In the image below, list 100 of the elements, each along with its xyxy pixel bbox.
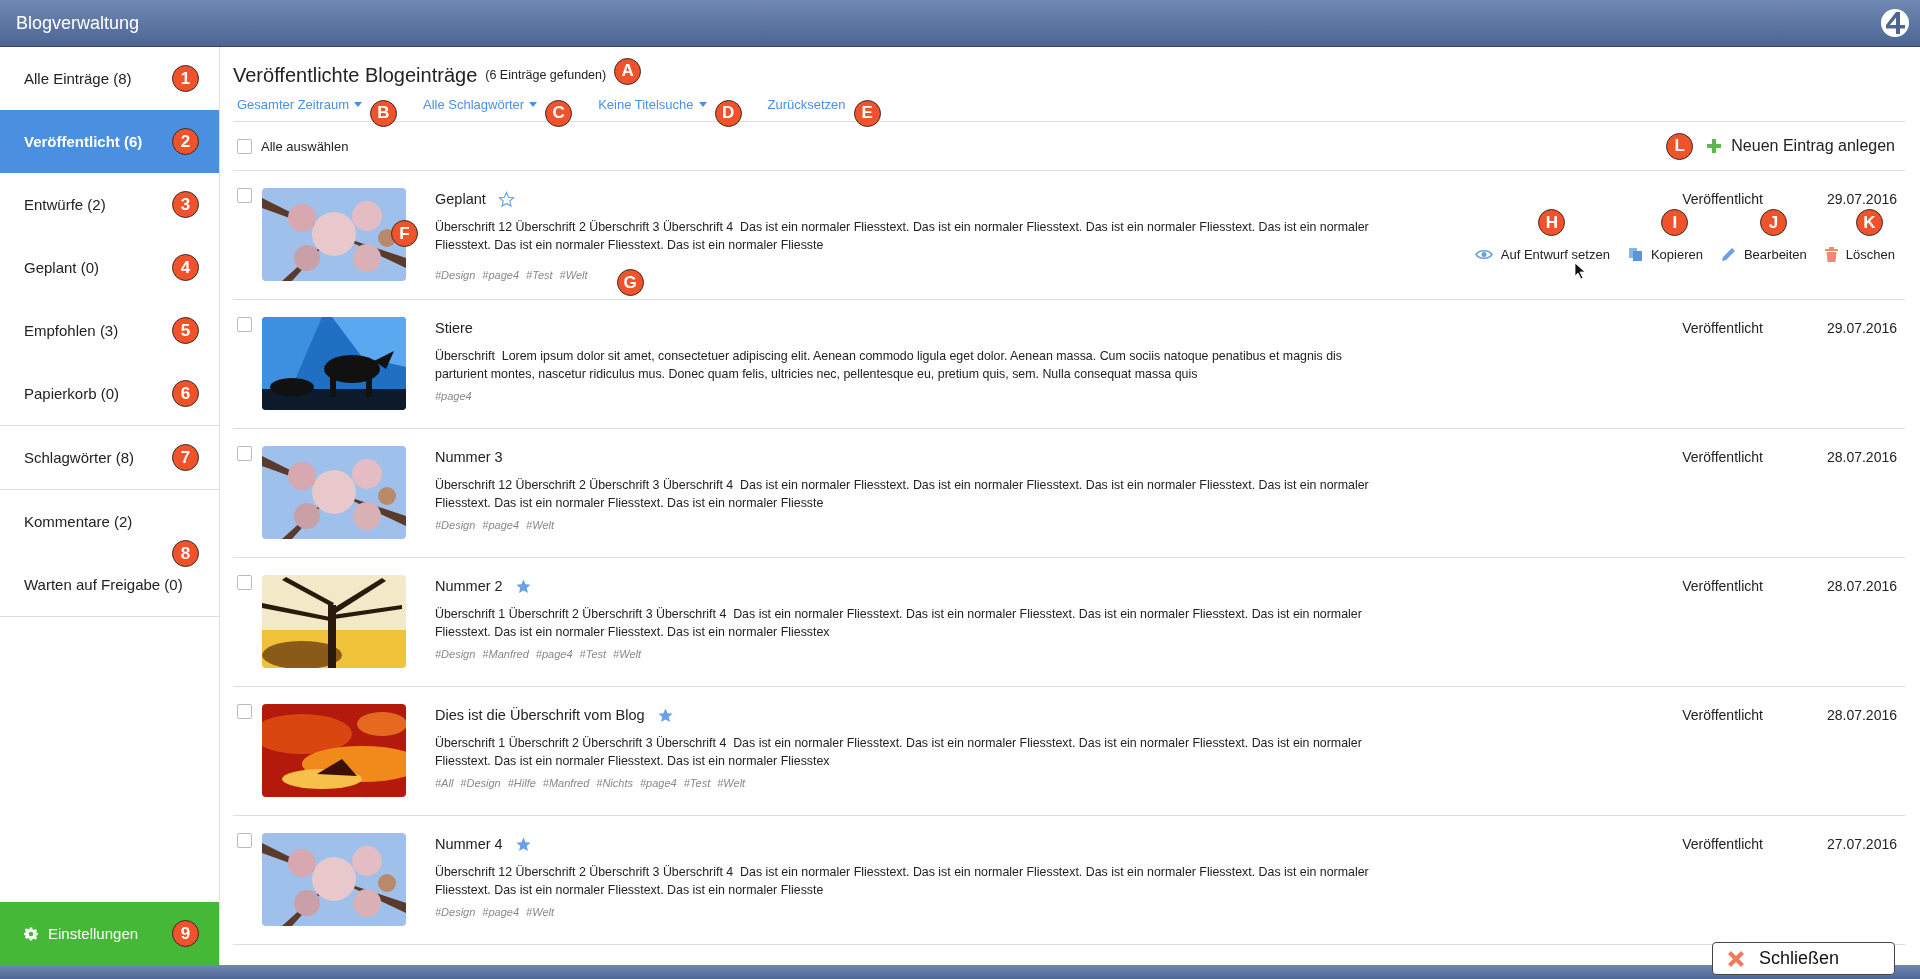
filter-dropdown[interactable]: Alle Schlagwörter: [419, 96, 538, 112]
callout-marker: K: [1855, 209, 1883, 236]
select-all-label: Alle auswählen: [261, 138, 349, 154]
tag-label[interactable]: #Welt: [559, 268, 588, 281]
callout-marker: 9: [172, 920, 199, 947]
entry-status: Veröffentlicht: [1682, 191, 1763, 207]
star-outline-icon[interactable]: [497, 190, 515, 208]
filter-dropdown[interactable]: Gesamter Zeitraum: [233, 96, 362, 112]
action-button[interactable]: Auf Entwurf setzen: [1474, 247, 1610, 262]
callout-marker: 6: [172, 380, 199, 407]
callout-marker: H: [1538, 209, 1566, 236]
entry-status: Veröffentlicht: [1682, 836, 1763, 852]
callout-marker: 4: [172, 254, 199, 281]
eye-icon: [1474, 249, 1493, 260]
callout-marker: 3: [172, 191, 199, 218]
reset-link[interactable]: Zurücksetzen: [763, 96, 846, 112]
checkbox[interactable]: [237, 188, 252, 203]
sidebar-item[interactable]: Geplant (0) 4: [0, 236, 219, 299]
tag-label[interactable]: #page4: [535, 648, 573, 660]
caret-icon: [354, 101, 362, 107]
tag-label[interactable]: #Welt: [717, 777, 746, 789]
caret-icon: [698, 101, 707, 107]
entry-status: Veröffentlicht: [1682, 578, 1763, 594]
callout-marker: 8: [172, 540, 199, 567]
tag-label[interactable]: #Manfred: [542, 777, 590, 789]
tag-label[interactable]: #page4: [482, 268, 520, 281]
sidebar-item[interactable]: Empfohlen (3) 5: [0, 299, 219, 362]
star-icon[interactable]: [656, 706, 674, 724]
callout-marker: 1: [172, 65, 199, 92]
sidebar-item[interactable]: Papierkorb (0) 6: [0, 362, 219, 425]
checkbox[interactable]: [237, 317, 252, 332]
callout-marker: D: [714, 99, 742, 127]
settings-button[interactable]: Einstellungen 9: [0, 902, 219, 965]
entry-title[interactable]: Geplant: [435, 191, 486, 207]
entry-excerpt: Überschrift 12 Überschrift 2 Überschrift 3 Überschrift 4 Das ist ein normaler Fliesstext. Das ist ein normaler Fliesstext. Das ist ein normaler Fliesstext. Das ist ein normaler Fliesstext. Das ist ein normaler Fliesstext. Das ist ein normaler Fliesste: [435, 477, 1370, 512]
sidebar-item[interactable]: Entwürfe (2) 3: [0, 173, 219, 236]
star-icon[interactable]: [514, 835, 532, 853]
tag-label[interactable]: #All: [435, 777, 454, 789]
tag-label[interactable]: #Nichts: [596, 777, 633, 789]
entry-excerpt: Überschrift 12 Überschrift 2 Überschrift 3 Überschrift 4 Das ist ein normaler Fliesstext. Das ist ein normaler Fliesstext. Das ist ein normaler Fliesstext. Das ist ein normaler Fliesstext. Das ist ein normaler Fliesstext. Das ist ein normaler Fliesste: [435, 864, 1370, 899]
checkbox[interactable]: [237, 446, 252, 461]
tag-label[interactable]: #page4: [482, 906, 520, 918]
result-count: (6 Einträge gefunden): [485, 68, 607, 82]
checkbox[interactable]: [237, 575, 252, 590]
tag-label[interactable]: #Design: [435, 648, 476, 660]
callout-marker: G: [616, 269, 644, 296]
entry-date: 28.07.2016: [1826, 707, 1897, 723]
filter-dropdown[interactable]: Keine Titelsuche: [594, 96, 707, 112]
checkbox[interactable]: [237, 138, 252, 154]
sidebar-item[interactable]: Alle Einträge (8) 1: [0, 47, 219, 110]
callout-marker: I: [1661, 209, 1689, 236]
callout-marker: 5: [172, 317, 199, 344]
action-button[interactable]: Kopieren: [1627, 247, 1703, 262]
gear-icon: [24, 926, 38, 941]
sidebar-item[interactable]: Veröffentlicht (6) 2: [0, 110, 219, 173]
checkbox[interactable]: [237, 833, 252, 848]
entry-status: Veröffentlicht: [1682, 320, 1763, 336]
tag-label[interactable]: #Welt: [613, 648, 641, 660]
tag-label[interactable]: #Design: [435, 906, 476, 918]
action-button[interactable]: Bearbeiten: [1720, 247, 1807, 262]
entry-date: 27.07.2016: [1826, 836, 1897, 852]
entry-title[interactable]: Stiere: [435, 320, 473, 336]
tag-label[interactable]: #page4: [482, 519, 520, 531]
logo-icon: [1880, 8, 1910, 38]
app-title: Blogverwaltung: [16, 12, 140, 34]
callout-marker: E: [853, 99, 881, 127]
tag-label[interactable]: #Hilfe: [507, 777, 536, 789]
entry-date: 28.07.2016: [1826, 578, 1897, 594]
action-button[interactable]: Löschen: [1824, 247, 1895, 262]
tag-label[interactable]: #page4: [640, 777, 677, 789]
new-entry-button[interactable]: Neuen Eintrag anlegen: [1707, 137, 1895, 155]
callout-marker: 2: [172, 128, 199, 155]
checkbox[interactable]: [237, 704, 252, 719]
copy-icon: [1627, 247, 1643, 262]
page-title: Veröffentlichte Blogeinträge: [233, 63, 478, 87]
tag-label[interactable]: #Test: [683, 777, 711, 789]
tag-label[interactable]: #Welt: [526, 906, 554, 918]
tag-label[interactable]: #page4: [435, 390, 472, 402]
cursor-icon: [1574, 263, 1586, 279]
entry-date: 29.07.2016: [1826, 320, 1897, 336]
close-button[interactable]: Schließen: [1712, 942, 1895, 975]
tag-label[interactable]: #Design: [435, 268, 476, 281]
entry-status: Veröffentlicht: [1682, 449, 1763, 465]
caret-icon: [529, 101, 538, 107]
callout-marker: B: [370, 99, 397, 127]
tag-label[interactable]: #Welt: [526, 519, 554, 531]
tag-label[interactable]: #Test: [526, 268, 553, 281]
tag-label[interactable]: #Design: [435, 519, 476, 531]
tag-label[interactable]: #Manfred: [482, 648, 529, 660]
sidebar-item[interactable]: Schlagwörter (8) 7: [0, 426, 219, 489]
entry-title[interactable]: Dies ist die Überschrift vom Blog: [435, 707, 645, 723]
callout-marker: 7: [172, 444, 199, 471]
entry-title[interactable]: Nummer 3: [435, 449, 503, 465]
entry-status: Veröffentlicht: [1682, 707, 1763, 723]
entry-excerpt: Überschrift Lorem ipsum dolor sit amet, consectetuer adipiscing elit. Aenean commodo ligula eget dolor. Aenean massa. Cum sociis natoque penatibus et magnis dis parturient montes, nascetur ridiculus mus. Donec quam felis, ultricies nec, pellentesque eu, pretium quis, sem. Nulla consequat massa quis: [435, 348, 1344, 383]
tag-label[interactable]: #Design: [460, 777, 501, 789]
entry-title[interactable]: Nummer 4: [435, 836, 503, 852]
star-icon[interactable]: [514, 577, 532, 595]
tag-label[interactable]: #Test: [579, 648, 607, 660]
entry-title[interactable]: Nummer 2: [435, 578, 503, 594]
